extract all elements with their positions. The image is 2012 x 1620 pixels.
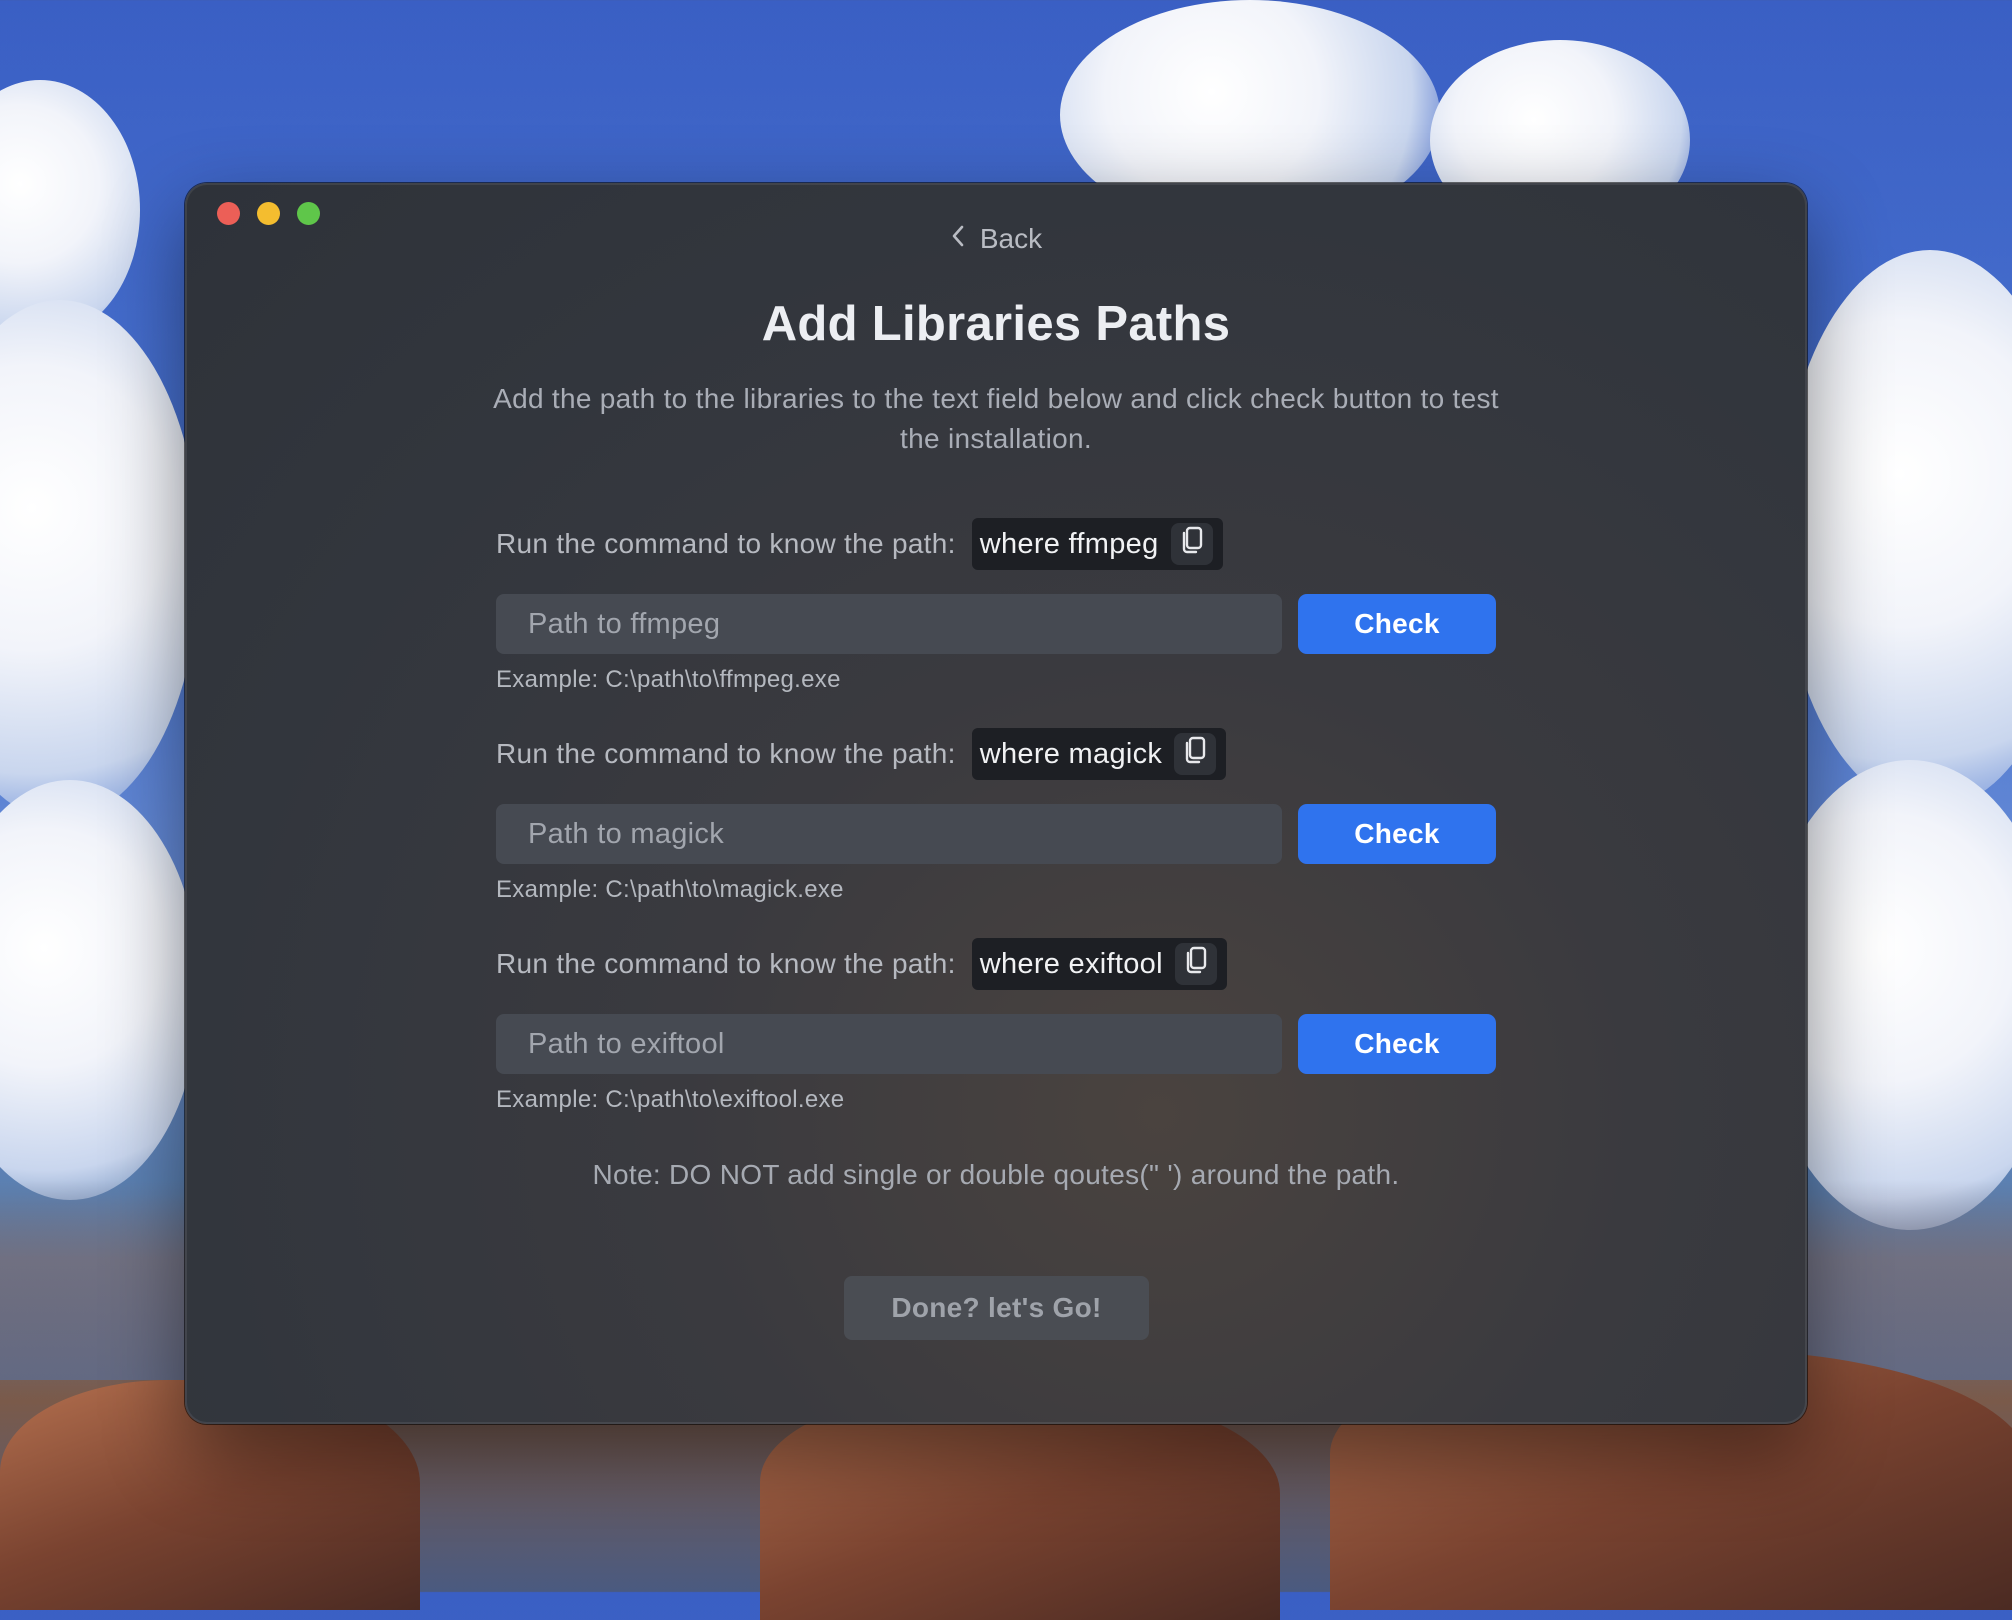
path-input-row: Check bbox=[496, 1014, 1496, 1074]
command-text: where ffmpeg bbox=[979, 527, 1159, 560]
command-chip: where ffmpeg bbox=[971, 518, 1223, 570]
check-magick-button[interactable]: Check bbox=[1298, 804, 1496, 864]
ffmpeg-path-input[interactable] bbox=[496, 594, 1282, 654]
check-ffmpeg-button[interactable]: Check bbox=[1298, 594, 1496, 654]
command-text: where magick bbox=[979, 737, 1163, 770]
exiftool-path-input[interactable] bbox=[496, 1014, 1282, 1074]
command-prompt-label: Run the command to know the path: bbox=[496, 948, 956, 979]
wallpaper-cloud bbox=[0, 300, 200, 820]
example-path-text: Example: C:\path\to\magick.exe bbox=[496, 876, 844, 903]
chevron-left-icon bbox=[950, 224, 966, 254]
copy-icon bbox=[1179, 525, 1205, 563]
example-path-text: Example: C:\path\to\ffmpeg.exe bbox=[496, 666, 841, 693]
copy-icon bbox=[1182, 735, 1208, 773]
library-section-exiftool: Run the command to know the path: where … bbox=[496, 938, 1496, 1114]
command-chip: where magick bbox=[971, 728, 1227, 780]
copy-icon bbox=[1183, 945, 1209, 983]
copy-command-button[interactable] bbox=[1174, 733, 1217, 775]
close-window-button[interactable] bbox=[217, 202, 240, 225]
library-section-ffmpeg: Run the command to know the path: where … bbox=[496, 518, 1496, 694]
command-prompt-label: Run the command to know the path: bbox=[496, 738, 956, 769]
quotes-note: Note: DO NOT add single or double qoutes… bbox=[592, 1159, 1400, 1190]
copy-command-button[interactable] bbox=[1174, 943, 1217, 985]
command-row: Run the command to know the path: where … bbox=[496, 728, 1496, 780]
copy-command-button[interactable] bbox=[1170, 523, 1213, 565]
command-row: Run the command to know the path: where … bbox=[496, 938, 1496, 990]
wallpaper-rock bbox=[760, 1390, 1280, 1620]
magick-path-input[interactable] bbox=[496, 804, 1282, 864]
back-button-label: Back bbox=[979, 223, 1043, 254]
path-input-row: Check bbox=[496, 804, 1496, 864]
window-controls bbox=[217, 202, 320, 225]
done-button[interactable]: Done? let's Go! bbox=[844, 1276, 1149, 1340]
zoom-window-button[interactable] bbox=[297, 202, 320, 225]
check-exiftool-button[interactable]: Check bbox=[1298, 1014, 1496, 1074]
page-subtitle: Add the path to the libraries to the tex… bbox=[493, 383, 1499, 454]
example-path-text: Example: C:\path\to\exiftool.exe bbox=[496, 1086, 845, 1113]
command-text: where exiftool bbox=[979, 947, 1163, 980]
wallpaper-cloud bbox=[0, 780, 200, 1200]
wallpaper-cloud bbox=[1780, 250, 2012, 810]
command-row: Run the command to know the path: where … bbox=[496, 518, 1496, 570]
app-window: Back Add Libraries Paths Add the path to… bbox=[185, 183, 1807, 1424]
page-title: Add Libraries Paths bbox=[761, 297, 1231, 351]
command-chip: where exiftool bbox=[971, 938, 1227, 990]
path-input-row: Check bbox=[496, 594, 1496, 654]
library-section-magick: Run the command to know the path: where … bbox=[496, 728, 1496, 904]
command-prompt-label: Run the command to know the path: bbox=[496, 528, 956, 559]
minimize-window-button[interactable] bbox=[257, 202, 280, 225]
back-button[interactable]: Back bbox=[185, 223, 1807, 255]
